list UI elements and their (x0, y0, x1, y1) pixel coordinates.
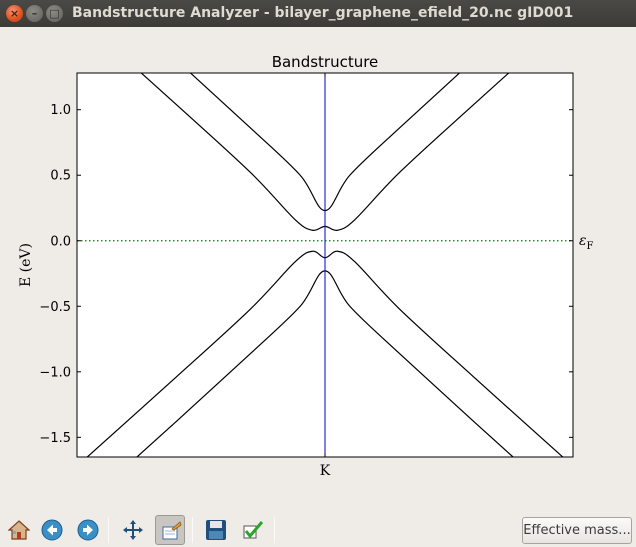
pan-icon (123, 520, 143, 540)
home-button[interactable] (4, 515, 34, 545)
y-axis-label: E (eV) (18, 243, 34, 287)
zoom-icon (162, 521, 182, 540)
minimize-icon: – (31, 7, 38, 20)
window-titlebar: × – □ Bandstructure Analyzer - bilayer_g… (0, 0, 636, 27)
checkmark-icon (243, 521, 264, 539)
window-close-button[interactable]: × (6, 5, 23, 22)
x-tick-label: K (320, 463, 331, 479)
fermi-label-symbol: ε (579, 233, 587, 249)
back-button[interactable] (37, 515, 67, 545)
window-title: Bandstructure Analyzer - bilayer_graphen… (72, 5, 574, 21)
fermi-label-subscript: F (587, 241, 594, 252)
apply-button[interactable] (238, 515, 268, 545)
save-icon (206, 520, 226, 540)
home-icon (8, 520, 30, 540)
y-tick-label: 1.0 (50, 103, 71, 118)
navigation-toolbar: Effective mass... (0, 512, 636, 547)
forward-arrow-icon (77, 519, 99, 541)
back-arrow-icon (41, 519, 63, 541)
bandstructure-chart: 1.0 0.5 0.0 −0.5 −1.0 −1.5 K Bandstructure E … (18, 53, 594, 479)
y-tick-label: −0.5 (39, 300, 71, 315)
save-button[interactable] (201, 515, 231, 545)
effective-mass-button[interactable]: Effective mass... (522, 517, 632, 544)
y-tick-label: 0.0 (50, 234, 71, 249)
pan-button[interactable] (118, 515, 148, 545)
window-minimize-button[interactable]: – (26, 5, 43, 22)
y-tick-label: 0.5 (50, 169, 71, 184)
toolbar-separator (108, 517, 109, 543)
y-tick-label: −1.5 (39, 431, 71, 446)
window-maximize-button[interactable]: □ (46, 5, 63, 22)
y-tick-label: −1.0 (39, 365, 71, 380)
toolbar-separator (192, 517, 193, 543)
fermi-level-label: εF (579, 233, 594, 252)
zoom-button[interactable] (155, 515, 185, 545)
maximize-icon: □ (49, 7, 60, 20)
close-icon: × (9, 7, 20, 20)
forward-button[interactable] (73, 515, 103, 545)
plot-canvas[interactable]: 1.0 0.5 0.0 −0.5 −1.0 −1.5 K Bandstructure E … (0, 27, 636, 512)
chart-title: Bandstructure (272, 53, 379, 71)
toolbar-separator (274, 517, 275, 543)
